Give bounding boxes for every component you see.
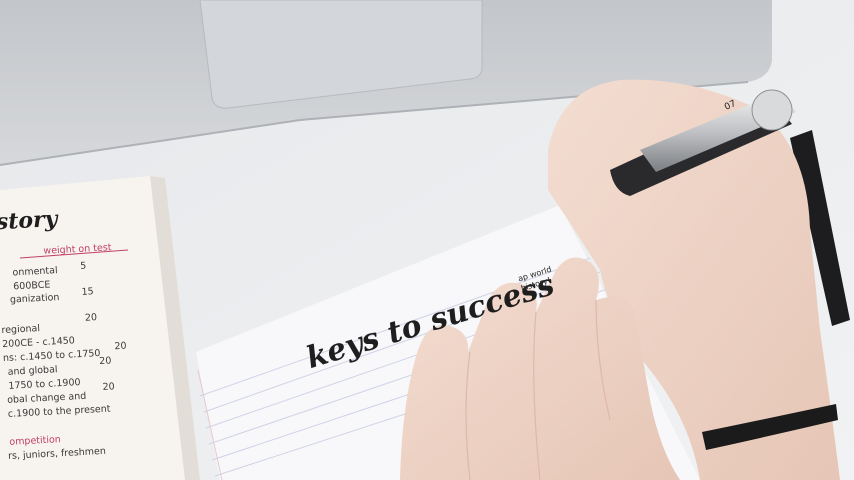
- scene-drawing: 07 story weight on test onmental 5 600BC…: [0, 0, 854, 480]
- photo-scene: 07 story weight on test onmental 5 600BC…: [0, 0, 854, 480]
- pen-cap: [751, 89, 793, 131]
- notebook-row-weight: 5: [80, 261, 87, 272]
- notebook-row-weight: 20: [114, 341, 127, 353]
- notebook-row-weight: 20: [102, 381, 115, 393]
- notebook-row-text: regional: [1, 323, 40, 336]
- notebook-row-text: 600BCE: [13, 279, 51, 292]
- notebook-row-weight: 20: [99, 355, 112, 367]
- notebook-row-weight: 20: [85, 312, 98, 324]
- notebook-row-weight: 15: [81, 286, 94, 298]
- notebook-heading: story: [0, 206, 60, 235]
